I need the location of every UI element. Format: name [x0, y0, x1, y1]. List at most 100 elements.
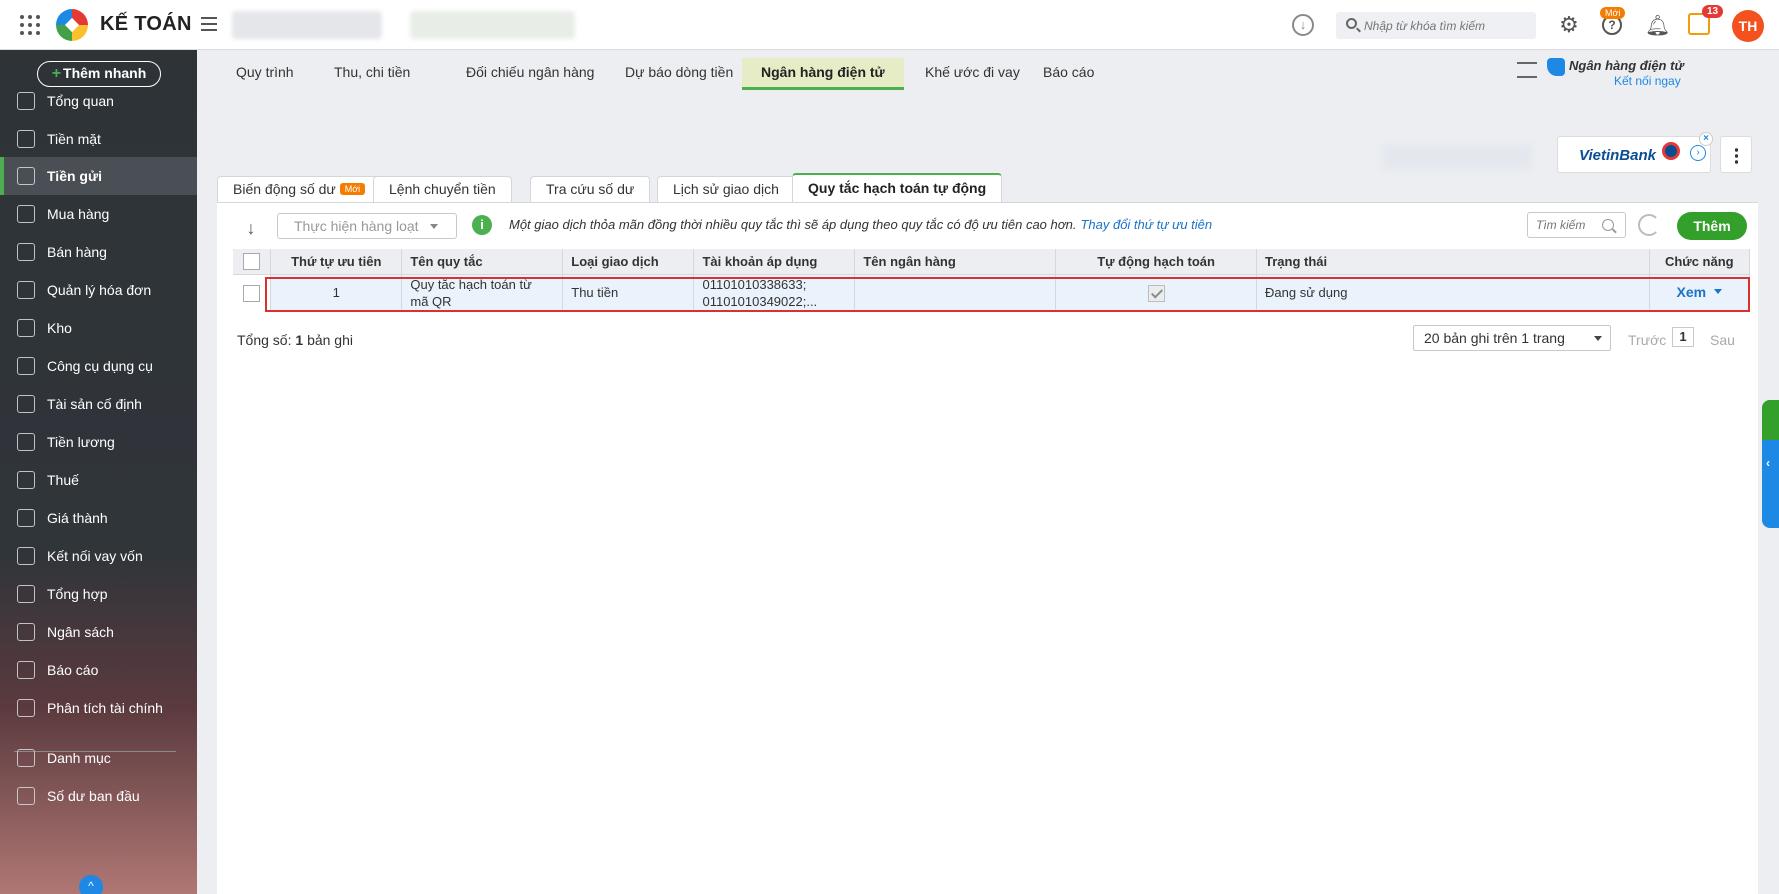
sidebar-item-budget[interactable]: Ngân sách	[0, 613, 197, 651]
invoice-icon	[17, 281, 35, 299]
bank-card[interactable]: VietinBank ›	[1557, 136, 1711, 173]
tab-main-3[interactable]: Dự báo dòng tiền	[606, 58, 752, 90]
sidebar-item-summary[interactable]: Tổng hợp	[0, 575, 197, 613]
tab-sub-4[interactable]: Quy tắc hạch toán tự động	[792, 173, 1003, 202]
tab-sub-3[interactable]: Lịch sử giao dịch	[657, 176, 795, 202]
download-icon[interactable]: ↓	[1292, 14, 1314, 36]
tab-sub-0[interactable]: Biến động số dư Mới	[217, 176, 382, 202]
global-search-input[interactable]	[1364, 16, 1529, 35]
table-search[interactable]	[1527, 212, 1626, 238]
select-all-checkbox[interactable]	[243, 252, 261, 270]
sidebar-item-cart[interactable]: Bán hàng	[0, 233, 197, 271]
view-button[interactable]: Xem	[1676, 284, 1706, 300]
rule-name-line2: mã QR	[410, 293, 452, 309]
col-status[interactable]: Trạng thái	[1256, 249, 1650, 275]
connect-now-link[interactable]: Kết nối ngay	[1614, 74, 1681, 88]
sidebar-item-loan[interactable]: Kết nối vay vốn	[0, 537, 197, 575]
table-search-input[interactable]	[1528, 213, 1600, 237]
page-size-label: 20 bản ghi trên 1 trang	[1424, 330, 1565, 346]
tab-sub-2[interactable]: Tra cứu số dư	[530, 176, 651, 202]
quick-add-label: Thêm nhanh	[63, 65, 147, 81]
search-icon[interactable]	[1602, 219, 1614, 231]
bulk-action-dropdown[interactable]: Thực hiện hàng loạt	[277, 213, 457, 239]
sidebar-item-price-tag[interactable]: Giá thành	[0, 499, 197, 537]
next-page-button[interactable]: Sau	[1710, 332, 1735, 348]
header-select-all[interactable]	[233, 249, 272, 275]
sidebar-item-analytics[interactable]: Phân tích tài chính	[0, 689, 197, 727]
chevron-up-icon[interactable]: ^	[79, 875, 103, 894]
current-page[interactable]: 1	[1672, 327, 1694, 347]
sidebar-item-shopping-bag[interactable]: Mua hàng	[0, 195, 197, 233]
sidebar-item-money-bag[interactable]: Tiền mặt	[0, 120, 197, 158]
refresh-icon[interactable]	[1638, 214, 1660, 236]
tax-icon	[17, 471, 35, 489]
row-checkbox[interactable]	[243, 284, 261, 302]
sidebar-item-label: Tiền lương	[47, 434, 115, 450]
sidebar-item-car[interactable]: Tài sản cố định	[0, 385, 197, 423]
col-priority[interactable]: Thứ tự ưu tiên	[270, 249, 403, 275]
tab-sub-1[interactable]: Lệnh chuyển tiền	[373, 176, 512, 202]
info-icon: i	[472, 215, 492, 235]
col-auto-posting[interactable]: Tự động hạch toán	[1055, 249, 1258, 275]
gear-icon[interactable]: ⚙	[1558, 14, 1580, 36]
arrow-right-circle-icon[interactable]: ›	[1690, 145, 1706, 161]
total-count: 1	[295, 332, 304, 348]
row-select-cell[interactable]	[233, 274, 272, 311]
balance-icon	[17, 787, 35, 805]
bank-name-cell	[854, 274, 1057, 311]
tab-main-2[interactable]: Đối chiếu ngân hàng	[447, 58, 613, 90]
avatar[interactable]: TH	[1732, 10, 1764, 42]
info-message: Một giao dịch thỏa mãn đồng thời nhiều q…	[509, 217, 1212, 232]
close-icon[interactable]: ×	[1699, 132, 1713, 146]
cart-icon	[17, 243, 35, 261]
app-grid-icon[interactable]	[20, 15, 40, 35]
global-search[interactable]	[1336, 12, 1536, 39]
sidebar-item-report[interactable]: Báo cáo	[0, 651, 197, 689]
more-options-button[interactable]	[1720, 136, 1752, 173]
sidebar-item-balance[interactable]: Số dư ban đầu	[0, 777, 197, 815]
sidebar-item-salary[interactable]: Tiền lương	[0, 423, 197, 461]
tab-main-4[interactable]: Ngân hàng điện tử	[742, 58, 904, 90]
account-line1: 01101010338633;	[702, 276, 807, 292]
sidebar-item-invoice[interactable]: Quản lý hóa đơn	[0, 271, 197, 309]
sidebar-item-bank-chart[interactable]: Tiền gửi	[0, 157, 197, 195]
tab-main-0[interactable]: Quy trình	[217, 58, 313, 90]
bank-account-selector[interactable]	[1382, 144, 1532, 170]
priority-cell: 1	[270, 274, 403, 311]
prev-page-button[interactable]: Trước	[1628, 332, 1666, 348]
table-row[interactable]: 1 Quy tắc hạch toán từ mã QR Thu tiền 011…	[233, 274, 1751, 311]
sidebar-item-tax[interactable]: Thuế	[0, 461, 197, 499]
sidebar-item-warehouse[interactable]: Kho	[0, 309, 197, 347]
menu-toggle-icon[interactable]	[201, 17, 217, 31]
add-button[interactable]: Thêm	[1677, 212, 1747, 240]
chevron-down-icon[interactable]	[1714, 289, 1723, 298]
money-bag-icon	[17, 130, 35, 148]
page-size-select[interactable]: 20 bản ghi trên 1 trang	[1413, 325, 1611, 351]
sidebar: + Thêm nhanh Tổng quan Tiền mặt Tiền gửi Mua…	[0, 50, 197, 894]
sidebar-item-label: Ngân sách	[47, 624, 114, 640]
tab-main-6[interactable]: Báo cáo	[1024, 58, 1113, 90]
sidebar-item-label: Số dư ban đầu	[47, 788, 140, 804]
sidebar-item-label: Tổng hợp	[47, 586, 108, 602]
col-account[interactable]: Tài khoản áp dụng	[693, 249, 856, 275]
sub-tab-label: Biến động số dư	[233, 181, 336, 197]
sidebar-item-tools[interactable]: Công cụ dụng cụ	[0, 347, 197, 385]
change-priority-link[interactable]: Thay đổi thứ tự ưu tiên	[1080, 217, 1212, 232]
bell-icon[interactable]: 🔔︎	[1645, 13, 1670, 37]
bulk-action-label: Thực hiện hàng loạt	[294, 218, 419, 234]
company-selector[interactable]	[232, 11, 382, 39]
caret-down-icon	[430, 224, 438, 233]
col-bank-name[interactable]: Tên ngân hàng	[854, 249, 1057, 275]
side-panel-toggle[interactable]: ‹	[1762, 400, 1779, 528]
tab-main-5[interactable]: Khế ước đi vay	[906, 58, 1039, 90]
sidebar-item-pie-chart[interactable]: Tổng quan	[0, 82, 197, 120]
total-suffix: bản ghi	[307, 332, 353, 348]
sort-down-icon[interactable]: ↓	[242, 218, 260, 238]
sidebar-item-list[interactable]: Danh mục	[0, 739, 197, 777]
tools-icon	[17, 357, 35, 375]
sidebar-item-label: Tài sản cố định	[47, 396, 142, 412]
tab-main-1[interactable]: Thu, chi tiền	[315, 58, 429, 90]
col-transaction-type[interactable]: Loại giao dịch	[562, 249, 695, 275]
tab-settings-icon[interactable]	[1517, 62, 1537, 78]
col-rule-name[interactable]: Tên quy tắc	[401, 249, 564, 275]
